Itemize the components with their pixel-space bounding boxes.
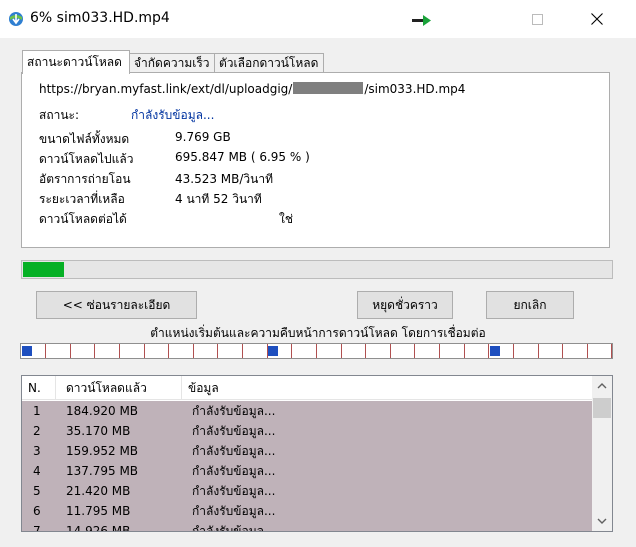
row-info: กำลังรับข้อมูล...	[192, 404, 276, 418]
column-header-n[interactable]: N.	[22, 376, 56, 400]
segment-cell	[415, 344, 440, 358]
row-number: 2	[33, 424, 41, 438]
row-downloaded: 159.952 MB	[66, 444, 139, 458]
segment-marker	[22, 346, 32, 356]
maximize-icon	[531, 13, 543, 25]
segment-cell	[46, 344, 71, 358]
status-panel: https://bryan.myfast.link/ext/dl/uploadg…	[21, 72, 610, 248]
transfer-rate-label: อัตราการถ่ายโอน	[39, 172, 131, 186]
file-size-label: ขนาดไฟล์ทั้งหมด	[39, 132, 130, 146]
url-prefix: https://bryan.myfast.link/ext/dl/uploadg…	[39, 82, 293, 96]
title-bar: 6% sim033.HD.mp4	[0, 0, 636, 38]
segment-cell	[366, 344, 391, 358]
maximize-button[interactable]	[514, 0, 560, 38]
row-info: กำลังรับข้อมูล...	[192, 464, 276, 478]
file-size-value: 9.769 GB	[175, 130, 231, 144]
redacted-block	[293, 82, 364, 94]
tab-speed-limit[interactable]: จำกัดความเร็ว	[129, 53, 215, 73]
downloaded-value: 695.847 MB ( 6.95 % )	[175, 150, 310, 164]
scroll-thumb[interactable]	[593, 398, 611, 418]
column-header-downloaded[interactable]: ดาวน์โหลดแล้ว	[56, 376, 182, 400]
row-number: 5	[33, 484, 41, 498]
pause-button[interactable]: หยุดชั่วคราว	[357, 291, 453, 319]
segment-cell	[70, 344, 95, 358]
time-left-value: 4 นาที 52 วินาที	[175, 192, 262, 206]
segment-cell	[440, 344, 465, 358]
segment-cell	[390, 344, 415, 358]
table-row[interactable]: 5 21.420 MB กำลังรับข้อมูล...	[22, 481, 592, 501]
segment-cell	[169, 344, 194, 358]
download-progress-bar	[21, 260, 613, 279]
status-value: กำลังรับข้อมูล...	[131, 108, 215, 122]
arrow-right-icon	[412, 15, 431, 26]
resume-value: ใช่	[279, 212, 294, 226]
list-header: N. ดาวน์โหลดแล้ว ข้อมูล	[22, 376, 592, 400]
row-downloaded: 35.170 MB	[66, 424, 131, 438]
table-row[interactable]: 7 14.926 MB กำลังรับข้อมูล...	[22, 521, 592, 531]
segment-cell	[317, 344, 342, 358]
segment-cell	[243, 344, 268, 358]
row-downloaded: 184.920 MB	[66, 404, 139, 418]
table-row[interactable]: 4 137.795 MB กำลังรับข้อมูล...	[22, 461, 592, 481]
transfer-rate-value: 43.523 MB/วินาที	[175, 172, 274, 186]
row-info: กำลังรับข้อมูล...	[192, 484, 276, 498]
app-icon	[9, 12, 23, 26]
segment-cell	[538, 344, 563, 358]
table-row[interactable]: 1 184.920 MB กำลังรับข้อมูล...	[22, 401, 592, 421]
scroll-down-button[interactable]	[592, 511, 612, 531]
status-label: สถานะ:	[39, 108, 80, 122]
segment-cell	[563, 344, 588, 358]
segment-cell	[341, 344, 366, 358]
connections-caption: ตำแหน่งเริ่มต้นและความคืบหน้าการดาวน์โหล…	[150, 326, 486, 340]
close-icon	[591, 13, 603, 25]
row-downloaded: 14.926 MB	[66, 524, 131, 531]
download-url: https://bryan.myfast.link/ext/dl/uploadg…	[39, 82, 465, 96]
connection-segments-bar	[20, 343, 613, 359]
close-button[interactable]	[574, 0, 620, 38]
tab-download-status[interactable]: สถานะดาวน์โหลด	[22, 50, 130, 74]
list-scrollbar[interactable]	[592, 376, 612, 531]
row-downloaded: 11.795 MB	[66, 504, 131, 518]
list-rows: 1 184.920 MB กำลังรับข้อมูล... 2 35.170 …	[22, 401, 592, 531]
row-info: กำลังรับข้อมูล...	[192, 424, 276, 438]
segment-cell	[144, 344, 169, 358]
segment-cell	[95, 344, 120, 358]
row-number: 7	[33, 524, 41, 531]
downloaded-label: ดาวน์โหลดไปแล้ว	[39, 152, 134, 166]
segment-cell	[464, 344, 489, 358]
chevron-down-icon	[597, 518, 607, 524]
row-info: กำลังรับข้อมูล...	[192, 504, 276, 518]
row-info: กำลังรับข้อมูล...	[192, 524, 276, 531]
segment-cell	[587, 344, 612, 358]
row-info: กำลังรับข้อมูล...	[192, 444, 276, 458]
row-number: 6	[33, 504, 41, 518]
segment-cell	[120, 344, 145, 358]
resume-label: ดาวน์โหลดต่อได้	[39, 212, 127, 226]
hide-details-button[interactable]: << ซ่อนรายละเอียด	[36, 291, 197, 319]
segment-cell	[292, 344, 317, 358]
scroll-up-button[interactable]	[592, 376, 612, 396]
tab-download-options[interactable]: ตัวเลือกดาวน์โหลด	[214, 53, 324, 73]
table-row[interactable]: 6 11.795 MB กำลังรับข้อมูล...	[22, 501, 592, 521]
window-title: 6% sim033.HD.mp4	[30, 10, 170, 26]
segment-cell	[514, 344, 539, 358]
time-left-label: ระยะเวลาที่เหลือ	[39, 192, 125, 206]
table-row[interactable]: 3 159.952 MB กำลังรับข้อมูล...	[22, 441, 592, 461]
column-header-info[interactable]: ข้อมูล	[182, 376, 592, 400]
segment-cell	[218, 344, 243, 358]
row-number: 4	[33, 464, 41, 478]
row-downloaded: 21.420 MB	[66, 484, 131, 498]
segment-marker	[268, 346, 278, 356]
cancel-button[interactable]: ยกเลิก	[486, 291, 574, 319]
table-row[interactable]: 2 35.170 MB กำลังรับข้อมูล...	[22, 421, 592, 441]
row-number: 1	[33, 404, 41, 418]
connection-list: N. ดาวน์โหลดแล้ว ข้อมูล 1 184.920 MB กำล…	[21, 375, 613, 532]
row-downloaded: 137.795 MB	[66, 464, 139, 478]
segment-marker	[490, 346, 500, 356]
progress-fill	[23, 262, 64, 277]
row-number: 3	[33, 444, 41, 458]
chevron-up-icon	[597, 383, 607, 389]
url-suffix: /sim033.HD.mp4	[364, 82, 466, 96]
segment-cell	[193, 344, 218, 358]
